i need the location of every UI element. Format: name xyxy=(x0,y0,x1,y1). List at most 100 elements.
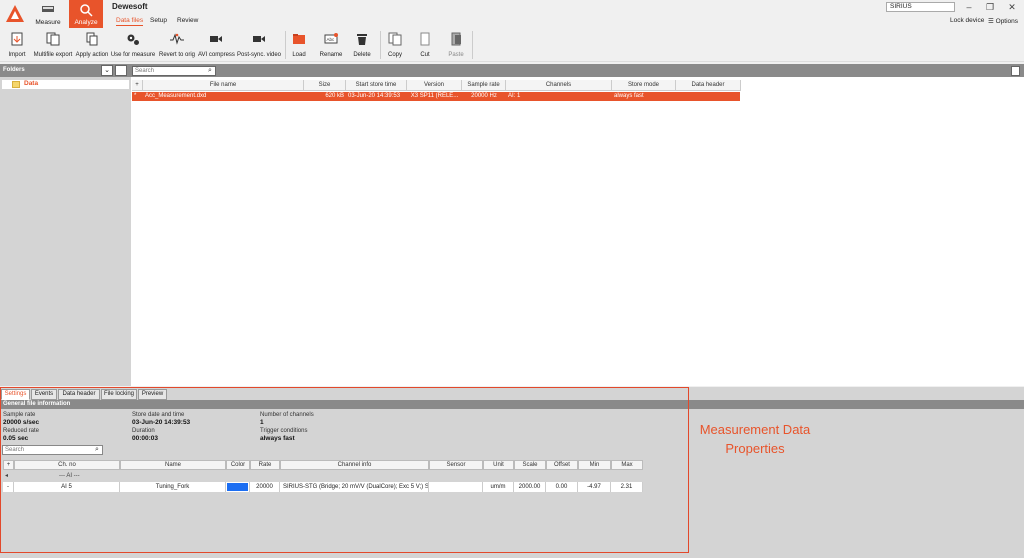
version-cell: X3 SP11 (RELE... xyxy=(410,93,459,99)
highlight-box xyxy=(0,387,689,553)
sample-rate-cell: 20000 Hz xyxy=(471,93,497,99)
multifile-export-button[interactable]: Multifile export xyxy=(32,30,74,60)
folders-dropdown-icon[interactable]: ⌄ xyxy=(101,65,113,76)
measure-icon xyxy=(42,6,54,12)
post-sync-video-label: Post-sync. video xyxy=(236,52,282,58)
revert-to-orig-label: Revert to orig xyxy=(158,52,195,58)
video-camera-icon xyxy=(253,36,265,42)
avi-compress-label: AVI compress xyxy=(198,52,235,58)
column-add[interactable]: + xyxy=(132,80,143,91)
dewesoft-logo-icon xyxy=(6,5,24,22)
column-store-mode[interactable]: Store mode xyxy=(612,80,676,91)
mode-measure-button[interactable]: Measure xyxy=(31,0,65,28)
toolbar-divider xyxy=(472,31,473,59)
apply-action-label: Apply action xyxy=(75,52,109,58)
file-table-header: + File name Size Start store time Versio… xyxy=(132,80,741,91)
delete-filter-icon[interactable] xyxy=(1011,66,1020,76)
cut-label: Cut xyxy=(420,52,430,58)
options-button[interactable]: ☰ Options xyxy=(988,17,1018,25)
files-header: Search ⌕ xyxy=(131,64,1024,77)
folder-open-icon xyxy=(293,34,305,44)
toolbar: Import Multifile export Apply action Use… xyxy=(0,28,1024,62)
copy-button[interactable]: Copy xyxy=(384,30,406,60)
tab-data-files[interactable]: Data files xyxy=(116,17,144,26)
revert-to-orig-button[interactable]: Revert to orig xyxy=(157,30,197,60)
paste-label: Paste xyxy=(448,52,464,58)
video-camera-icon xyxy=(210,36,222,42)
column-channels[interactable]: Channels xyxy=(506,80,612,91)
tab-review[interactable]: Review xyxy=(177,17,198,24)
use-for-measure-button[interactable]: Use for measure xyxy=(110,30,156,60)
new-folder-icon[interactable] xyxy=(115,65,127,76)
store-mode-cell: always fast xyxy=(614,93,644,99)
restore-icon[interactable]: ❐ xyxy=(984,1,996,13)
column-size[interactable]: Size xyxy=(304,80,346,91)
annotation-line-1: Measurement Data xyxy=(699,422,811,437)
import-button[interactable]: Import xyxy=(4,30,30,60)
files-pane: Search ⌕ + File name Size Start store ti… xyxy=(131,64,1024,386)
load-button[interactable]: Load xyxy=(288,30,310,60)
revert-icon xyxy=(170,33,184,45)
folders-pane: Folders ⌄ Data xyxy=(0,64,131,386)
folder-icon xyxy=(12,81,20,88)
file-search-placeholder: Search xyxy=(135,68,155,74)
avi-compress-button[interactable]: AVI compress xyxy=(198,30,235,60)
row-marker: * xyxy=(134,93,137,99)
multifile-export-label: Multifile export xyxy=(33,52,73,58)
import-icon xyxy=(11,32,23,46)
load-label: Load xyxy=(292,52,306,58)
rename-button[interactable]: Abc Rename xyxy=(318,30,344,60)
data-header-cell xyxy=(676,92,741,101)
copy-label: Copy xyxy=(387,52,402,58)
lock-device-button[interactable]: Lock device xyxy=(950,17,984,24)
mode-analyze-label: Analyze xyxy=(74,19,98,26)
annotation-label: Measurement Data Properties xyxy=(690,420,820,458)
column-file-name[interactable]: File name xyxy=(143,80,304,91)
column-sample-rate[interactable]: Sample rate xyxy=(462,80,506,91)
mode-analyze-button[interactable]: Analyze xyxy=(69,0,103,28)
cut-icon xyxy=(420,32,430,46)
copy-icon xyxy=(388,32,402,46)
apply-action-icon xyxy=(86,32,98,46)
toolbar-divider xyxy=(380,31,381,59)
multifile-export-icon xyxy=(46,32,60,46)
use-for-measure-label: Use for measure xyxy=(110,52,156,58)
delete-label: Delete xyxy=(353,52,371,58)
file-size-cell: 620 kB xyxy=(325,93,344,99)
svg-text:Abc: Abc xyxy=(327,37,336,42)
annotation-line-2: Properties xyxy=(725,441,785,456)
search-icon[interactable]: ⌕ xyxy=(208,67,212,75)
magnifier-icon xyxy=(80,4,93,17)
trash-icon xyxy=(357,34,367,45)
options-label: Options xyxy=(995,18,1019,25)
file-search-input[interactable]: Search ⌕ xyxy=(132,66,216,76)
app-title: Dewesoft xyxy=(112,2,148,11)
minimize-icon[interactable]: – xyxy=(963,1,975,13)
folder-item-data[interactable]: Data xyxy=(2,80,129,89)
table-row[interactable]: * Acc_Measurement.dxd 620 kB 03-Jun-20 1… xyxy=(132,92,740,101)
toolbar-divider xyxy=(285,31,286,59)
column-data-header[interactable]: Data header xyxy=(676,80,741,91)
channels-cell: AI: 1 xyxy=(508,93,521,99)
paste-button[interactable]: Paste xyxy=(445,30,467,60)
mode-measure-label: Measure xyxy=(35,19,61,26)
close-icon[interactable]: ✕ xyxy=(1006,1,1018,13)
paste-icon xyxy=(451,32,461,46)
title-bar: Measure Analyze Dewesoft Data files Setu… xyxy=(0,0,1024,28)
folder-label: Data xyxy=(24,80,39,87)
file-name-cell: Acc_Measurement.dxd xyxy=(145,93,207,99)
post-sync-video-button[interactable]: Post-sync. video xyxy=(236,30,282,60)
column-version[interactable]: Version xyxy=(407,80,462,91)
start-store-time-cell: 03-Jun-20 14:39:53 xyxy=(348,93,401,99)
apply-action-button[interactable]: Apply action xyxy=(75,30,109,60)
rename-icon: Abc xyxy=(324,33,338,44)
tab-setup[interactable]: Setup xyxy=(150,17,167,24)
options-menu-icon: ☰ xyxy=(988,18,996,25)
rename-label: Rename xyxy=(319,52,343,58)
gears-icon xyxy=(127,34,139,45)
device-select[interactable]: SIRIUS xyxy=(886,2,955,12)
column-start-store-time[interactable]: Start store time xyxy=(346,80,407,91)
delete-button[interactable]: Delete xyxy=(350,30,374,60)
import-label: Import xyxy=(8,52,26,58)
cut-button[interactable]: Cut xyxy=(414,30,436,60)
